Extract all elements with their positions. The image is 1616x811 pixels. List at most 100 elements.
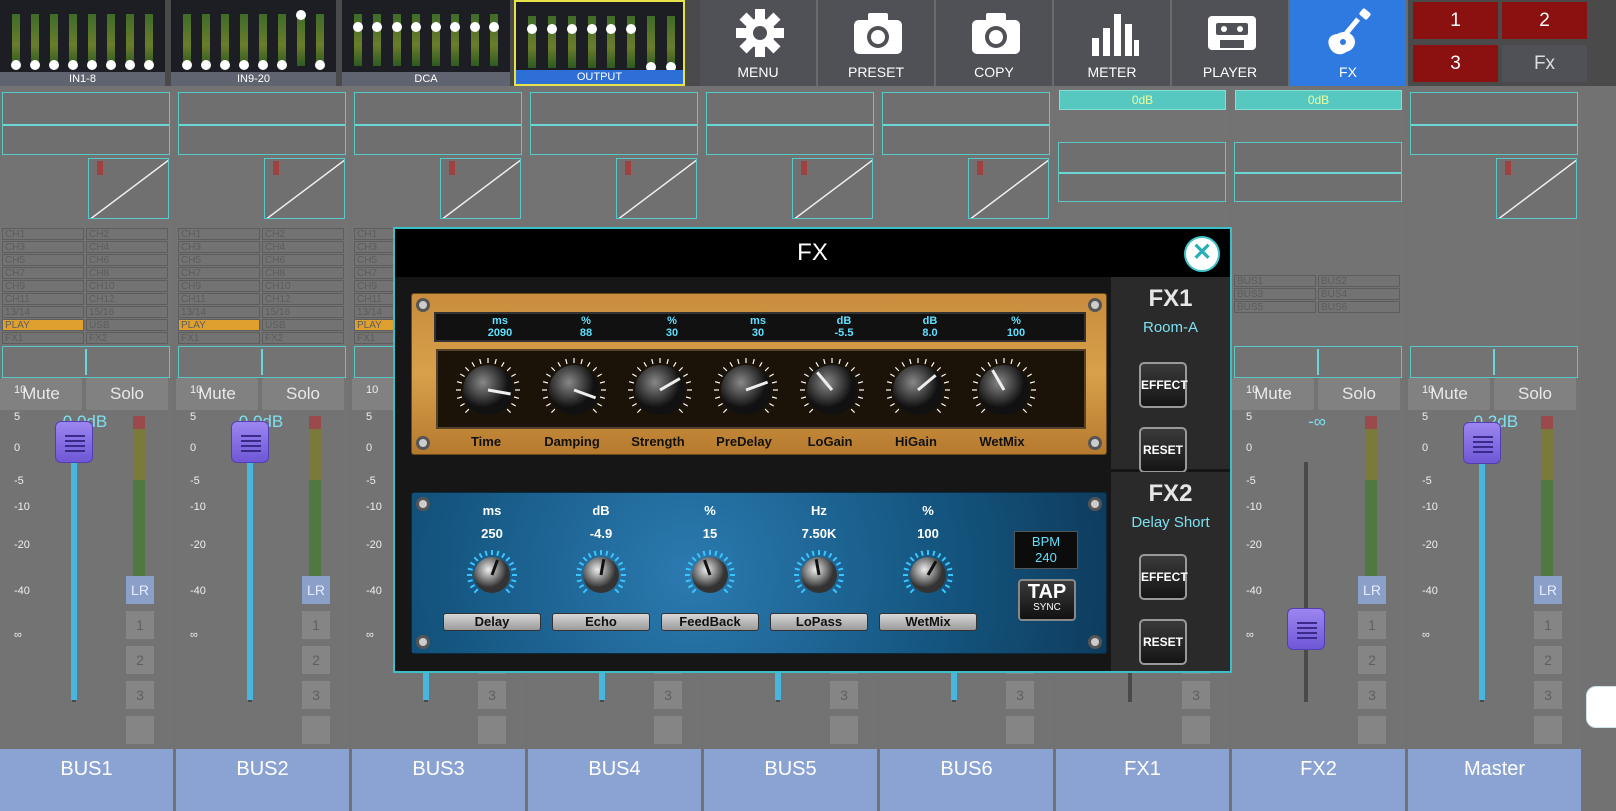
send-button-LR[interactable]: LR xyxy=(1358,576,1386,604)
fx1-param-knob[interactable] xyxy=(539,355,609,425)
fader-knob[interactable] xyxy=(55,421,93,463)
solo-button[interactable]: Solo xyxy=(1318,378,1400,410)
route-cell[interactable]: 13/14 xyxy=(178,306,260,318)
compressor-graph[interactable] xyxy=(440,158,521,219)
route-cell[interactable]: FX2 xyxy=(86,332,168,344)
compressor-graph[interactable] xyxy=(616,158,697,219)
route-cell[interactable]: CH9 xyxy=(178,280,260,292)
eq-graph[interactable] xyxy=(1234,142,1402,202)
send-button-LR[interactable]: LR xyxy=(1534,576,1562,604)
strip-name[interactable]: Master xyxy=(1408,749,1581,811)
strip-name[interactable]: BUS1 xyxy=(0,749,173,811)
route-cell[interactable]: CH1 xyxy=(178,228,260,240)
route-cell[interactable]: BUS6 xyxy=(1318,301,1400,313)
fx2-param-knob[interactable] xyxy=(900,547,956,603)
eq-graph[interactable] xyxy=(706,92,874,155)
route-cell[interactable]: CH12 xyxy=(262,293,344,305)
scene-2-button[interactable]: 2 xyxy=(1502,2,1587,39)
send-button-blank[interactable] xyxy=(1182,716,1210,744)
route-cell[interactable]: PLAY xyxy=(2,319,84,331)
route-cell[interactable]: FX1 xyxy=(2,332,84,344)
route-cell[interactable]: CH3 xyxy=(2,241,84,253)
fx1-effect-button[interactable]: EFFECT xyxy=(1139,362,1188,408)
fx2-reset-button[interactable]: RESET xyxy=(1139,619,1187,665)
route-cell[interactable]: PLAY xyxy=(178,319,260,331)
send-button-blank[interactable] xyxy=(126,716,154,744)
eq-graph[interactable] xyxy=(2,92,170,155)
send-button-LR[interactable]: LR xyxy=(302,576,330,604)
send-button-3[interactable]: 3 xyxy=(1006,681,1034,709)
route-cell[interactable]: CH2 xyxy=(262,228,344,240)
player-button[interactable]: PLAYER xyxy=(1172,0,1290,86)
route-cell[interactable]: CH4 xyxy=(262,241,344,253)
send-button-1[interactable]: 1 xyxy=(1534,611,1562,639)
route-cell[interactable]: CH7 xyxy=(178,267,260,279)
send-button-LR[interactable]: LR xyxy=(126,576,154,604)
mute-button[interactable]: Mute xyxy=(1408,378,1490,410)
solo-button[interactable]: Solo xyxy=(86,378,168,410)
strip-name[interactable]: BUS3 xyxy=(352,749,525,811)
fx2-param-knob[interactable] xyxy=(682,547,738,603)
bank-in9-20[interactable]: IN9-20 xyxy=(171,0,336,86)
fader-knob[interactable] xyxy=(1463,422,1501,465)
fx1-param-knob[interactable] xyxy=(453,355,523,425)
fx2-param-knob[interactable] xyxy=(573,547,629,603)
fx2-effect-button[interactable]: EFFECT xyxy=(1139,554,1188,600)
fx2-param-label[interactable]: Delay xyxy=(443,613,541,631)
strip-name[interactable]: BUS6 xyxy=(880,749,1053,811)
fader-knob[interactable] xyxy=(1287,608,1325,650)
compressor-graph[interactable] xyxy=(1496,158,1577,219)
meter-button[interactable]: METER xyxy=(1054,0,1172,86)
fx1-param-knob[interactable] xyxy=(797,355,867,425)
route-cell[interactable]: 13/14 xyxy=(2,306,84,318)
floating-assist-button[interactable] xyxy=(1586,686,1616,728)
fx2-param-label[interactable]: FeedBack xyxy=(661,613,759,631)
fx2-param-label[interactable]: WetMix xyxy=(879,613,977,631)
send-button-blank[interactable] xyxy=(1006,716,1034,744)
send-button-3[interactable]: 3 xyxy=(478,681,506,709)
solo-button[interactable]: Solo xyxy=(262,378,344,410)
strip-name[interactable]: FX1 xyxy=(1056,749,1229,811)
compressor-graph[interactable] xyxy=(264,158,345,219)
send-button-2[interactable]: 2 xyxy=(302,646,330,674)
route-cell[interactable]: CH6 xyxy=(86,254,168,266)
route-cell[interactable]: USB xyxy=(262,319,344,331)
send-button-1[interactable]: 1 xyxy=(126,611,154,639)
mute-button[interactable]: Mute xyxy=(1232,378,1314,410)
send-button-3[interactable]: 3 xyxy=(302,681,330,709)
send-button-blank[interactable] xyxy=(478,716,506,744)
compressor-graph[interactable] xyxy=(968,158,1049,219)
route-cell[interactable]: 15/16 xyxy=(86,306,168,318)
route-cell[interactable]: BUS5 xyxy=(1234,301,1316,313)
send-button-blank[interactable] xyxy=(1534,716,1562,744)
route-cell[interactable]: BUS1 xyxy=(1234,275,1316,287)
fx1-reset-button[interactable]: RESET xyxy=(1139,427,1187,473)
compressor-graph[interactable] xyxy=(88,158,169,219)
close-button[interactable]: ✕ xyxy=(1184,236,1220,272)
fx1-param-knob[interactable] xyxy=(969,355,1039,425)
strip-name[interactable]: BUS2 xyxy=(176,749,349,811)
route-cell[interactable]: CH6 xyxy=(262,254,344,266)
pan-control[interactable] xyxy=(178,346,346,378)
scene-fx-button[interactable]: Fx xyxy=(1502,45,1587,82)
route-cell[interactable]: CH4 xyxy=(86,241,168,253)
send-button-blank[interactable] xyxy=(1358,716,1386,744)
route-cell[interactable]: CH5 xyxy=(178,254,260,266)
scene-3-button[interactable]: 3 xyxy=(1413,45,1498,82)
send-button-1[interactable]: 1 xyxy=(1358,611,1386,639)
send-button-3[interactable]: 3 xyxy=(830,681,858,709)
fx1-param-knob[interactable] xyxy=(883,355,953,425)
route-cell[interactable]: CH12 xyxy=(86,293,168,305)
fx-button[interactable]: FX xyxy=(1290,0,1408,86)
solo-button[interactable]: Solo xyxy=(1494,378,1576,410)
route-cell[interactable]: CH10 xyxy=(262,280,344,292)
send-button-3[interactable]: 3 xyxy=(654,681,682,709)
route-cell[interactable]: CH5 xyxy=(2,254,84,266)
eq-graph[interactable] xyxy=(530,92,698,155)
route-cell[interactable]: BUS4 xyxy=(1318,288,1400,300)
route-cell[interactable]: CH10 xyxy=(86,280,168,292)
strip-name[interactable]: FX2 xyxy=(1232,749,1405,811)
strip-name[interactable]: BUS5 xyxy=(704,749,877,811)
pan-control[interactable] xyxy=(1234,346,1402,378)
send-button-3[interactable]: 3 xyxy=(126,681,154,709)
